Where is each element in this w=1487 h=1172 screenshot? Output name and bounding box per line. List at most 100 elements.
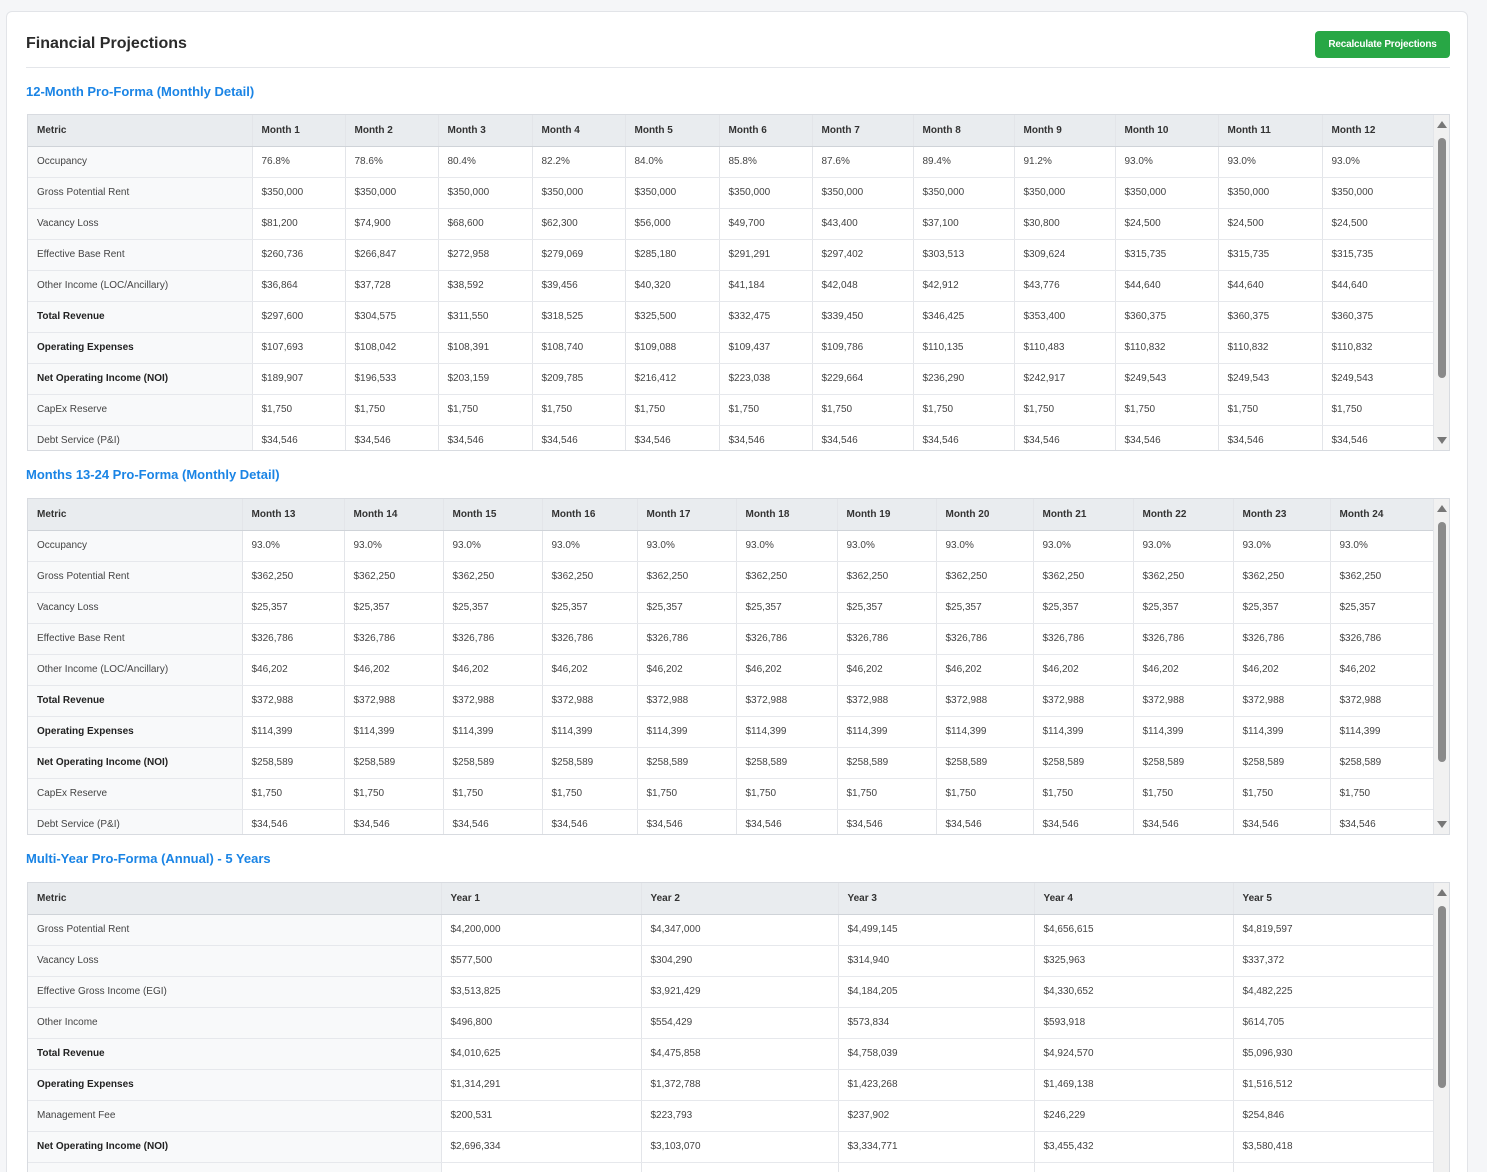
scroll-up-arrow-icon[interactable] — [1437, 889, 1447, 896]
column-header: Month 9 — [1014, 115, 1116, 147]
table-cell: $326,786 — [443, 623, 543, 655]
table-cell: $34,546 — [1133, 809, 1234, 834]
table-cell: $372,988 — [1330, 685, 1433, 717]
table-cell: $42,048 — [812, 270, 914, 302]
column-header: Month 16 — [542, 499, 638, 531]
table-cell: $41,184 — [719, 270, 813, 302]
scrollbar-thumb[interactable] — [1438, 522, 1446, 762]
row-metric-label: Management Fee — [28, 1100, 442, 1132]
scroll-up-arrow-icon[interactable] — [1437, 505, 1447, 512]
table-cell: $291,291 — [719, 239, 813, 271]
table-row: Other Income (LOC/Ancillary) $46,202 $46,2… — [28, 654, 1433, 686]
scroll-up-arrow-icon[interactable] — [1437, 121, 1447, 128]
table-12-month-container[interactable]: Metric Month 1 Month 2 Month 3 Month 4 Month … — [27, 114, 1450, 451]
table-cell: $1,750 — [1014, 394, 1116, 426]
table-cell: $258,589 — [637, 747, 737, 779]
table-cell: $1,750 — [736, 778, 838, 810]
row-metric-label: Other Income — [28, 1007, 442, 1039]
table-cell: $62,300 — [532, 208, 626, 240]
table-cell — [1233, 1162, 1433, 1172]
table-cell: $360,375 — [1322, 301, 1433, 333]
table-cell: $318,525 — [532, 301, 626, 333]
table-cell: $350,000 — [1218, 177, 1323, 209]
table-cell: $1,750 — [837, 778, 937, 810]
table-row: Occupancy 93.0% 93.0% 93.0% 93.0% 93.0% 93.0% 9… — [28, 530, 1433, 562]
table-cell: $25,357 — [736, 592, 838, 624]
table-cell: $34,546 — [625, 425, 720, 450]
table-cell: 93.0% — [1033, 530, 1134, 562]
scroll-down-arrow-icon[interactable] — [1437, 821, 1447, 828]
column-header: Month 2 — [345, 115, 439, 147]
table-cell: $203,159 — [438, 363, 533, 395]
table-cell: $1,750 — [1115, 394, 1219, 426]
table-cell: $46,202 — [1033, 654, 1134, 686]
table-12-month: Metric Month 1 Month 2 Month 3 Month 4 Month … — [28, 115, 1433, 450]
table-cell: $311,550 — [438, 301, 533, 333]
table-cell: $34,546 — [736, 809, 838, 834]
table-header-row: Metric Month 1 Month 2 Month 3 Month 4 Month … — [28, 115, 1433, 147]
table-row: CapEx Reserve $1,750 $1,750 $1,750 $1,750 $1,… — [28, 394, 1433, 426]
row-metric-label: Gross Potential Rent — [28, 914, 442, 946]
table-cell: $1,750 — [1218, 394, 1323, 426]
table-cell: $4,475,858 — [641, 1038, 839, 1070]
table-13-24-container[interactable]: Metric Month 13 Month 14 Month 15 Month 16 Mo… — [27, 498, 1450, 835]
column-header: Month 10 — [1115, 115, 1219, 147]
column-header: Month 21 — [1033, 499, 1134, 531]
table-cell: 93.0% — [1218, 146, 1323, 178]
table-cell — [838, 1162, 1035, 1172]
table-cell: $236,290 — [913, 363, 1015, 395]
row-metric-label: Debt Service (P&I) — [28, 425, 253, 450]
table-cell: $249,543 — [1322, 363, 1433, 395]
table-cell: $44,640 — [1322, 270, 1433, 302]
table-cell: $362,250 — [637, 561, 737, 593]
table-cell: $573,834 — [838, 1007, 1035, 1039]
table-cell: $44,640 — [1115, 270, 1219, 302]
section-title-months-13-24: Months 13-24 Pro-Forma (Monthly Detail) — [26, 467, 280, 482]
table-cell: $350,000 — [1014, 177, 1116, 209]
table-row: Effective Base Rent $326,786 $326,786 $326,… — [28, 623, 1433, 655]
row-metric-label: Operating Expenses — [28, 1069, 442, 1101]
table-cell: 93.0% — [542, 530, 638, 562]
table-multi-year-container[interactable]: Metric Year 1 Year 2 Year 3 Year 4 Year 5 Gro… — [27, 882, 1450, 1172]
table-cell: $4,924,570 — [1034, 1038, 1234, 1070]
table-cell: $362,250 — [542, 561, 638, 593]
table-cell: $372,988 — [837, 685, 937, 717]
table-cell: $314,940 — [838, 945, 1035, 977]
table-cell: $362,250 — [344, 561, 444, 593]
table-row: Management Fee $200,531 $223,793 $237,902 $2… — [28, 1100, 1433, 1132]
vertical-scrollbar[interactable] — [1433, 883, 1449, 1172]
vertical-scrollbar[interactable] — [1433, 115, 1449, 450]
card-header: Financial Projections Recalculate Projec… — [26, 12, 1450, 68]
table-cell: $258,589 — [1330, 747, 1433, 779]
scrollbar-thumb[interactable] — [1438, 906, 1446, 1088]
table-cell: $39,456 — [532, 270, 626, 302]
table-row: Operating Expenses $114,399 $114,399 $114,3… — [28, 716, 1433, 748]
vertical-scrollbar[interactable] — [1433, 499, 1449, 834]
table-cell: $1,469,138 — [1034, 1069, 1234, 1101]
table-cell: $272,958 — [438, 239, 533, 271]
table-cell: $350,000 — [719, 177, 813, 209]
table-cell: $189,907 — [252, 363, 346, 395]
table-cell: $46,202 — [637, 654, 737, 686]
table-cell: $1,750 — [242, 778, 345, 810]
scrollbar-thumb[interactable] — [1438, 138, 1446, 378]
table-cell: $246,229 — [1034, 1100, 1234, 1132]
table-cell: $325,963 — [1034, 945, 1234, 977]
table-cell: $350,000 — [812, 177, 914, 209]
table-cell: $46,202 — [736, 654, 838, 686]
page-title: Financial Projections — [26, 35, 187, 52]
table-cell: $350,000 — [438, 177, 533, 209]
recalculate-projections-button[interactable]: Recalculate Projections — [1315, 31, 1450, 58]
table-cell: $258,589 — [1133, 747, 1234, 779]
scroll-down-arrow-icon[interactable] — [1437, 437, 1447, 444]
table-cell: $593,918 — [1034, 1007, 1234, 1039]
table-cell: $496,800 — [441, 1007, 642, 1039]
table-cell: $258,589 — [736, 747, 838, 779]
row-metric-label: Effective Gross Income (EGI) — [28, 976, 442, 1008]
table-cell: $315,735 — [1322, 239, 1433, 271]
table-row: Occupancy 76.8% 78.6% 80.4% 82.2% 84.0% 85.8% 8… — [28, 146, 1433, 178]
column-header: Month 13 — [242, 499, 345, 531]
table-row: Vacancy Loss $577,500 $304,290 $314,940 $325… — [28, 945, 1433, 977]
table-cell: $34,546 — [913, 425, 1015, 450]
table-row: Operating Expenses $1,314,291 $1,372,788 $1… — [28, 1069, 1433, 1101]
